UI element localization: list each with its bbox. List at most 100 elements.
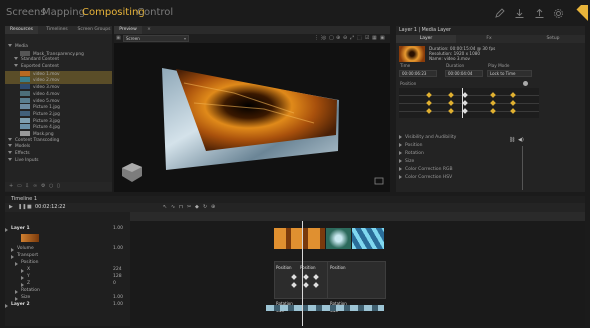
add-icon[interactable]: +: [9, 183, 13, 190]
cut-icon[interactable]: ✂: [187, 204, 191, 211]
check-icon[interactable]: ☑: [365, 35, 369, 42]
inspector-group[interactable]: Visibility and Audibility: [399, 134, 579, 142]
resource-item[interactable]: Mask.png: [5, 130, 112, 138]
expand-arrow-icon[interactable]: [15, 262, 18, 266]
inspector-scrollbar[interactable]: [522, 146, 523, 190]
keyframe[interactable]: [462, 108, 468, 114]
expand-arrow-icon[interactable]: [8, 157, 12, 161]
folder-icon[interactable]: ▭: [17, 183, 22, 190]
tab-layer[interactable]: Layer: [396, 35, 456, 43]
timeline-playhead[interactable]: [302, 221, 303, 326]
target-icon[interactable]: ◎: [322, 35, 326, 42]
mesh-icon[interactable]: ▦: [372, 35, 377, 42]
duration-field[interactable]: 00:00:04:04: [445, 70, 483, 77]
expand-arrow-icon[interactable]: [399, 158, 402, 163]
resource-item[interactable]: video 5.mov: [5, 97, 112, 105]
expand-arrow-icon[interactable]: [14, 57, 18, 61]
expand-arrow-icon[interactable]: [15, 290, 18, 294]
zoom-out-icon[interactable]: ⊖: [343, 35, 347, 42]
timeline-ruler[interactable]: [130, 212, 585, 227]
search-icon[interactable]: ○: [49, 183, 53, 190]
timeline-row-value[interactable]: 1.00: [113, 295, 123, 301]
link-icon[interactable]: ∞: [33, 183, 37, 190]
preview-scene[interactable]: [114, 43, 390, 192]
keyframe[interactable]: [448, 108, 454, 114]
expand-arrow-icon[interactable]: [5, 304, 8, 308]
timeline-clip-video-3[interactable]: [352, 228, 384, 249]
resource-item[interactable]: Picture 3.jpg: [5, 117, 112, 125]
pause-icon[interactable]: ❚❚: [18, 204, 26, 211]
expand-arrow-icon[interactable]: [399, 142, 402, 147]
inspector-playhead[interactable]: [462, 88, 463, 118]
wire-icon[interactable]: ⬚: [357, 35, 362, 42]
inspector-group[interactable]: Color Correction HSV: [399, 174, 579, 182]
keyframe[interactable]: [490, 100, 496, 106]
timecode[interactable]: 00:02:12:22: [35, 204, 66, 211]
tab-screen-groups[interactable]: Screen Groups: [76, 26, 112, 34]
screen-select[interactable]: Screen ▾: [123, 35, 189, 42]
tab-fx[interactable]: Fx: [458, 35, 520, 43]
keyframe[interactable]: [448, 100, 454, 106]
resource-item[interactable]: video 1.mov: [5, 70, 112, 78]
keyframe[interactable]: [462, 100, 468, 106]
expand-arrow-icon[interactable]: [399, 150, 402, 155]
preview-close-icon[interactable]: ×: [144, 26, 154, 34]
inspector-group[interactable]: Rotation: [399, 150, 579, 158]
download-icon[interactable]: [514, 8, 525, 19]
expand-arrow-icon[interactable]: [399, 166, 402, 171]
timeline-row-value[interactable]: 1.00: [113, 246, 123, 252]
pointer-icon[interactable]: ↖: [163, 204, 167, 211]
nav-compositing[interactable]: Compositing: [82, 7, 145, 19]
timeline-clip-video-2[interactable]: [326, 228, 351, 249]
timeline-clip-video-1[interactable]: [274, 228, 325, 249]
keyframe-graph[interactable]: [399, 88, 539, 118]
expand-arrow-icon[interactable]: [5, 228, 8, 232]
import-icon[interactable]: ⇩: [25, 183, 29, 190]
resource-item[interactable]: video 4.mov: [5, 90, 112, 98]
resource-item[interactable]: Models: [5, 144, 112, 151]
pencil-icon[interactable]: [494, 8, 505, 19]
expand-arrow-icon[interactable]: [11, 248, 14, 252]
expand-arrow-icon[interactable]: [8, 144, 12, 148]
resource-item[interactable]: video 2.mov: [5, 77, 112, 85]
nav-control[interactable]: Control: [137, 7, 173, 19]
timeline-clip-layer-2[interactable]: [266, 305, 384, 311]
resource-item[interactable]: Exported Content: [5, 64, 112, 71]
timeline-row-value[interactable]: 128: [113, 274, 122, 280]
keyframe[interactable]: [462, 92, 468, 98]
tab-timelines[interactable]: Timelines: [39, 26, 75, 34]
timeline-row-value[interactable]: 1.00: [113, 226, 123, 232]
trash-icon[interactable]: ▯: [57, 183, 60, 190]
stop-icon[interactable]: ■: [27, 204, 32, 211]
camera-icon[interactable]: ▣: [380, 35, 385, 42]
magnet-icon[interactable]: ⊓: [179, 204, 183, 211]
expand-arrow-icon[interactable]: [11, 255, 14, 259]
zoom-icon[interactable]: ⊕: [211, 204, 215, 211]
resource-item[interactable]: video 3.mov: [5, 84, 112, 91]
expand-arrow-icon[interactable]: [8, 137, 12, 141]
tab-setup[interactable]: Setup: [522, 35, 584, 43]
keyframe[interactable]: [510, 108, 516, 114]
tab-preview[interactable]: Preview: [114, 26, 142, 34]
settings-icon[interactable]: ⚙: [41, 183, 45, 190]
timeline-track-area[interactable]: Position Position Position Rotation Rota…: [130, 221, 585, 326]
expand-arrow-icon[interactable]: [21, 269, 24, 273]
timeline-row-value[interactable]: 1.00: [113, 302, 123, 308]
expand-arrow-icon[interactable]: [8, 151, 12, 154]
keyframe[interactable]: [426, 108, 432, 114]
inspector-group[interactable]: Position: [399, 142, 579, 150]
upload-icon[interactable]: [534, 8, 545, 19]
resource-item[interactable]: Picture 2.jpg: [5, 110, 112, 118]
frame-icon[interactable]: ▢: [329, 35, 334, 42]
curve-icon[interactable]: ∿: [171, 204, 175, 211]
keyframe[interactable]: [510, 100, 516, 106]
expand-arrow-icon[interactable]: [14, 64, 18, 68]
resource-item[interactable]: Picture 4.jpg: [5, 124, 112, 131]
keyframe[interactable]: [490, 108, 496, 114]
expand-arrow-icon[interactable]: [21, 276, 24, 280]
inspector-group[interactable]: Size: [399, 158, 579, 166]
link-icon[interactable]: ⛓: [509, 137, 515, 144]
resource-item[interactable]: Effects: [5, 151, 112, 158]
timeline-row-value[interactable]: 224: [113, 267, 122, 273]
keyframe[interactable]: [448, 92, 454, 98]
